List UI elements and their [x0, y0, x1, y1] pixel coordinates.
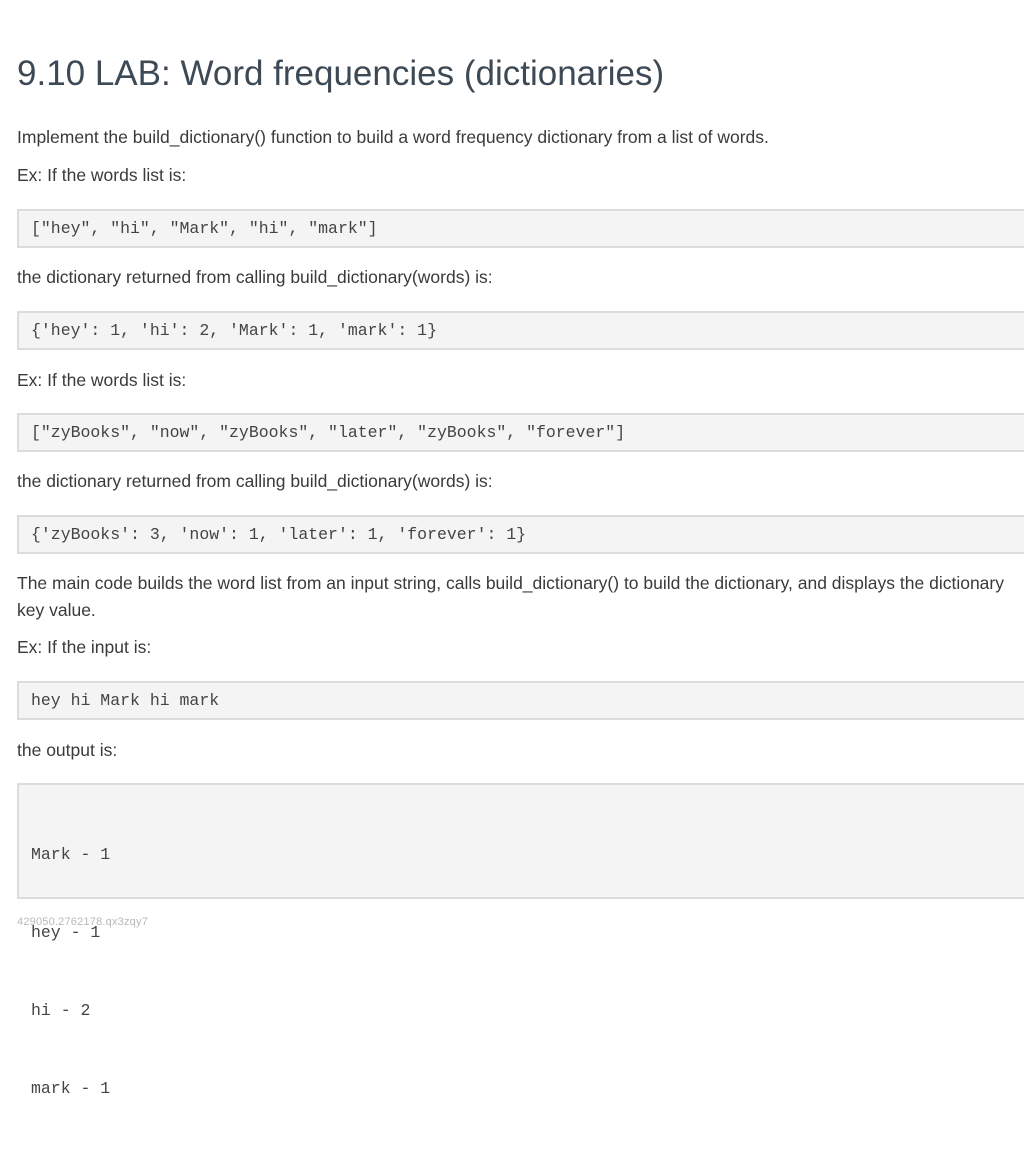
- example-1-result-label: the dictionary returned from calling bui…: [17, 267, 493, 287]
- lab-id-footer: 429050.2762178.qx3zqy7: [17, 916, 149, 928]
- example-1-code-block: ["hey", "hi", "Mark", "hi", "mark"]: [17, 209, 1024, 248]
- example-2-label: Ex: If the words list is:: [17, 370, 187, 390]
- output-code-block: Mark - 1 hey - 1 hi - 2 mark - 1: [17, 783, 1024, 1098]
- example-2-result-code-block: {'zyBooks': 3, 'now': 1, 'later': 1, 'fo…: [17, 515, 1024, 554]
- example-1-label: Ex: If the words list is:: [17, 165, 187, 185]
- example-1-result-code-block: {'hey': 1, 'hi': 2, 'Mark': 1, 'mark': 1…: [17, 311, 1024, 350]
- intro-text: Implement the build_dictionary() functio…: [17, 127, 769, 147]
- page-title: 9.10 LAB: Word frequencies (dictionaries…: [17, 54, 665, 93]
- example-2-result-label: the dictionary returned from calling bui…: [17, 471, 493, 491]
- example-3-label: Ex: If the input is:: [17, 637, 152, 657]
- output-line: hey - 1: [31, 923, 101, 942]
- output-label: the output is:: [17, 740, 118, 760]
- example-3-input-block: hey hi Mark hi mark: [17, 681, 1024, 720]
- output-line: hi - 2: [31, 1001, 91, 1020]
- main-description-line-2: key value.: [17, 600, 96, 620]
- main-description-line-1: The main code builds the word list from …: [17, 573, 1004, 593]
- example-2-code-block: ["zyBooks", "now", "zyBooks", "later", "…: [17, 413, 1024, 452]
- output-line: Mark - 1: [31, 845, 111, 864]
- output-line: mark - 1: [31, 1079, 111, 1098]
